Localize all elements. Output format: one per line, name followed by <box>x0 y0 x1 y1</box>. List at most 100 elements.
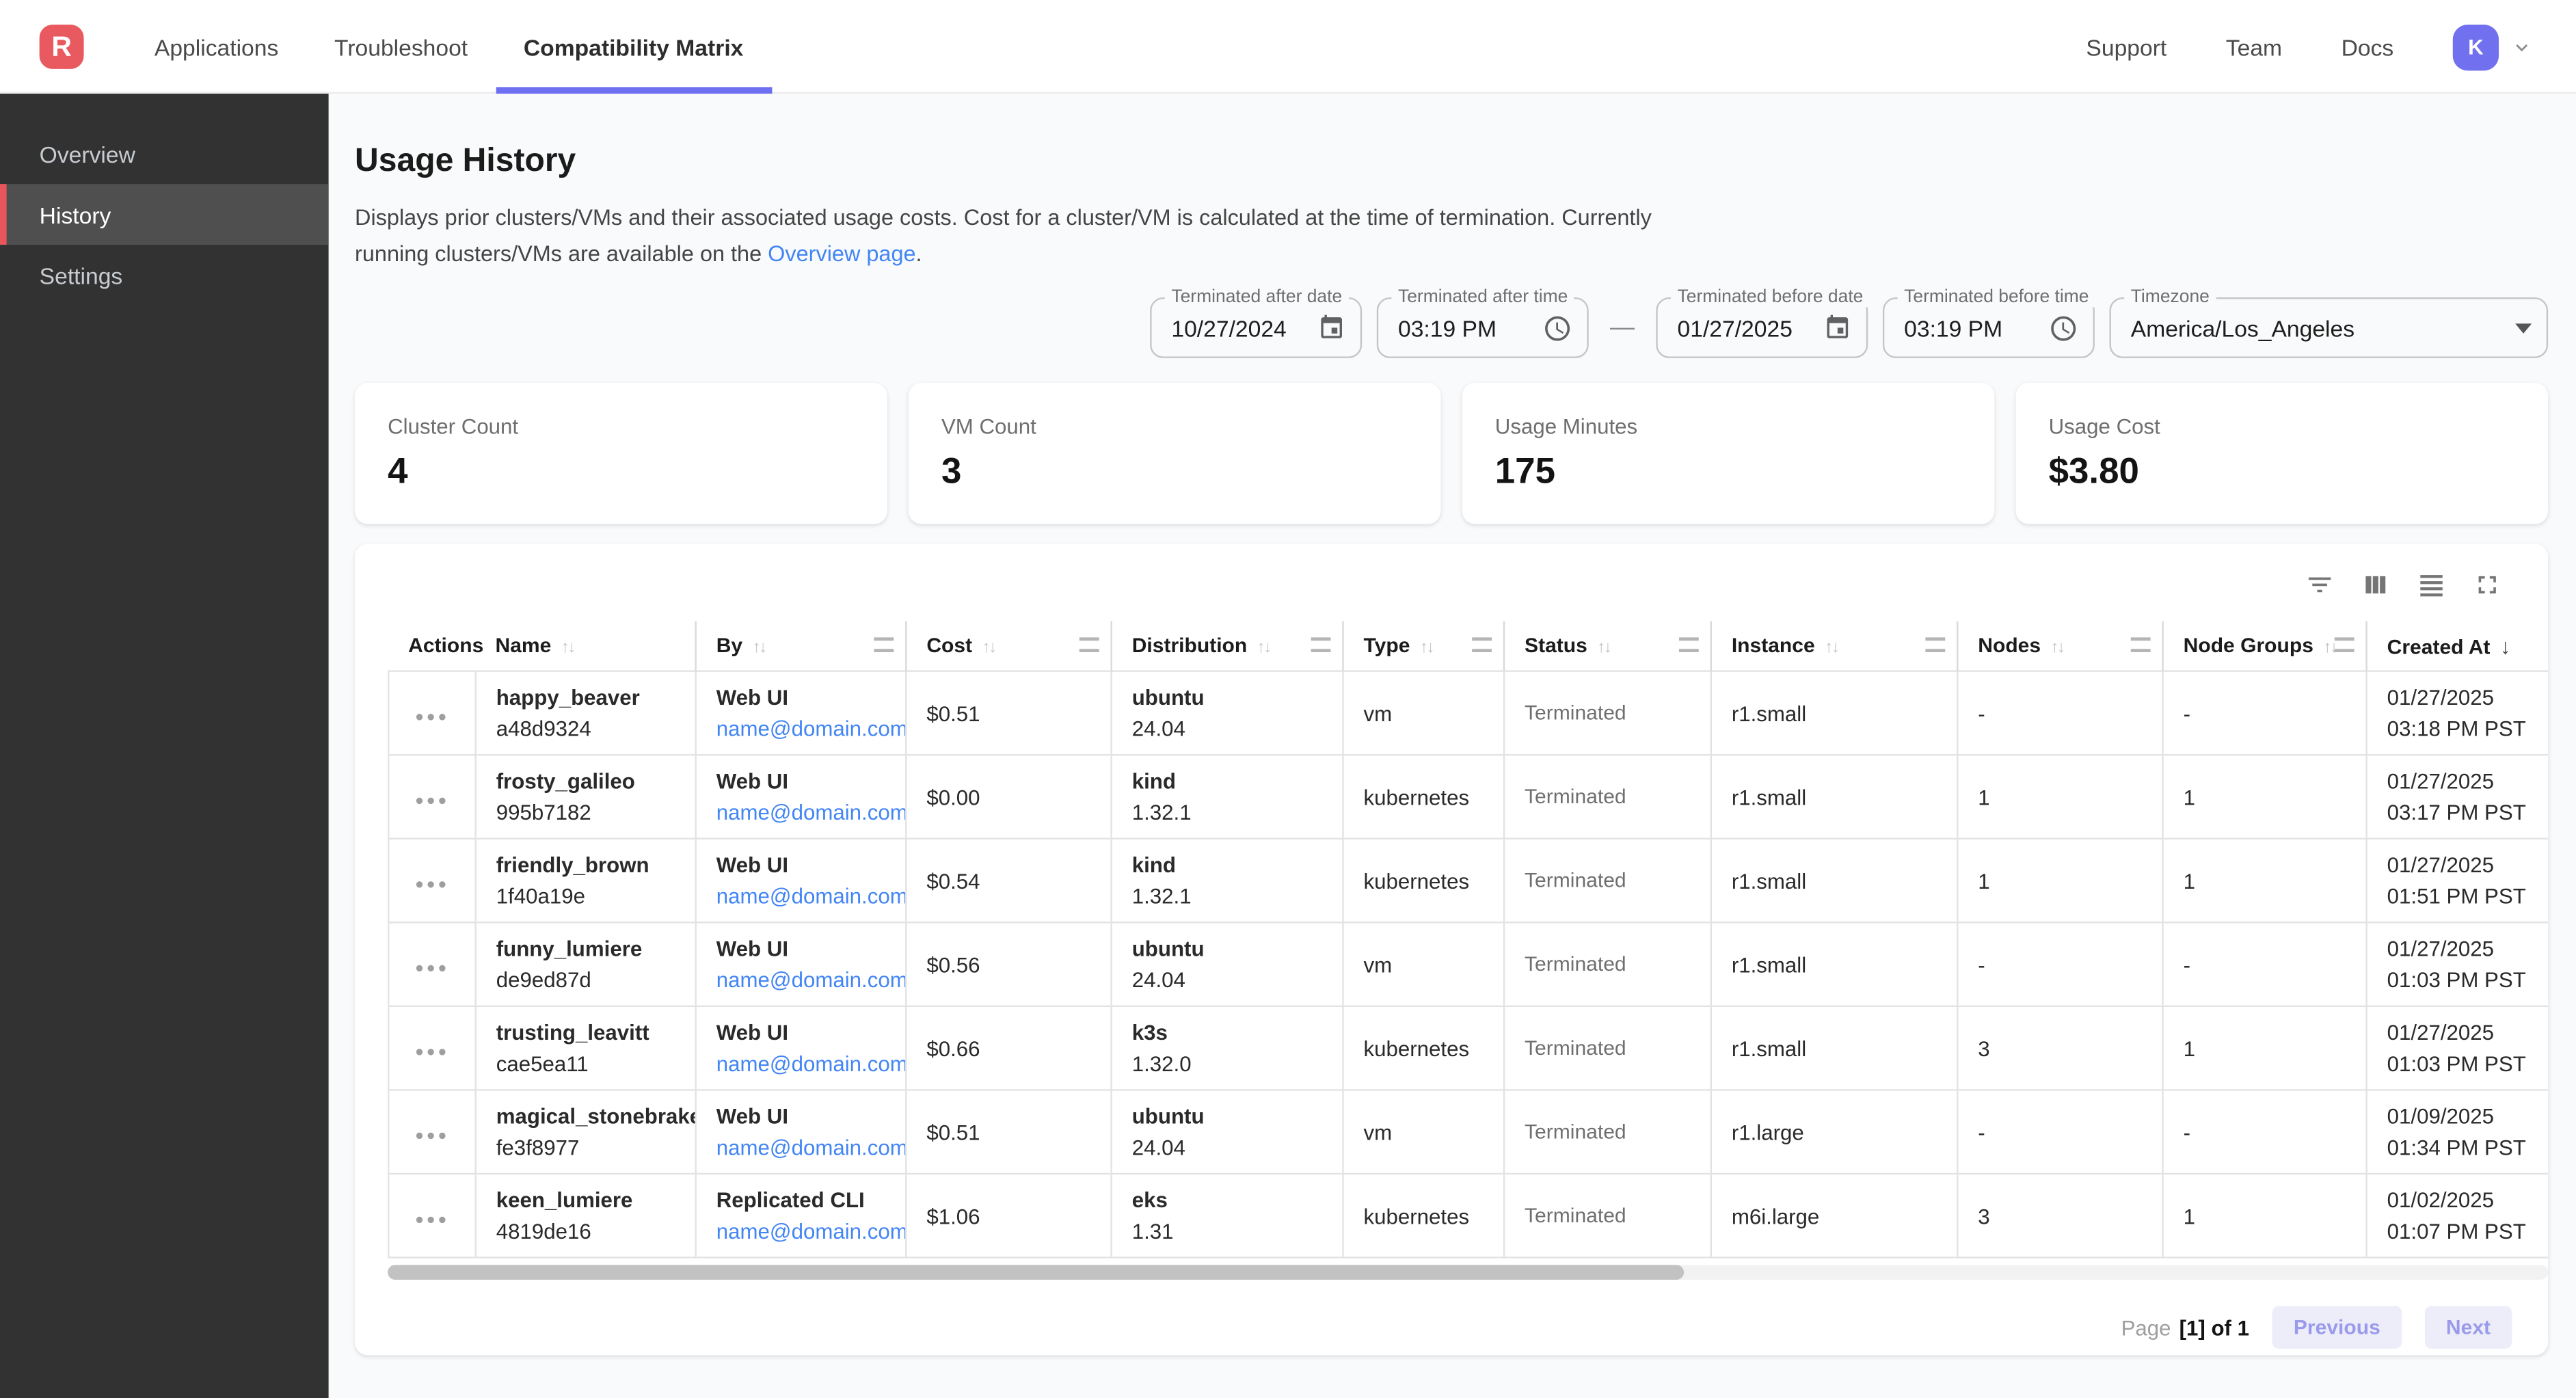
column-menu-icon[interactable] <box>1925 637 1945 652</box>
column-menu-icon[interactable] <box>1079 637 1099 652</box>
cell-nodes: - <box>1957 1090 2162 1174</box>
field-label: Terminated after date <box>1165 288 1349 308</box>
column-header-distribution[interactable]: Distribution↑↓ <box>1112 621 1343 671</box>
sort-icon[interactable]: ↑↓ <box>1597 639 1610 657</box>
sort-desc-icon[interactable]: ↓ <box>2500 633 2511 658</box>
column-header-created-at[interactable]: Created At↓ <box>2367 621 2549 671</box>
row-actions-button[interactable]: ●●● <box>415 1210 449 1226</box>
sort-icon[interactable]: ↑↓ <box>1420 639 1433 657</box>
column-menu-icon[interactable] <box>2335 637 2354 652</box>
cell-by: Web UI name@domain.com <box>696 671 907 755</box>
column-header-instance[interactable]: Instance↑↓ <box>1711 621 1957 671</box>
sort-icon[interactable]: ↑↓ <box>753 639 766 657</box>
column-label: Actions <box>408 634 483 658</box>
row-actions-button[interactable]: ●●● <box>415 958 449 975</box>
timezone-select[interactable]: Timezone America/Los_Angeles <box>2110 297 2549 358</box>
column-header-by[interactable]: By↑↓ <box>696 621 907 671</box>
next-page-button[interactable]: Next <box>2425 1306 2512 1348</box>
terminated-after-date-field[interactable]: Terminated after date 10/27/2024 <box>1150 297 1362 358</box>
row-actions-button[interactable]: ●●● <box>415 1126 449 1142</box>
primary-nav: Applications Troubleshoot Compatibility … <box>126 0 771 94</box>
nav-item-applications[interactable]: Applications <box>126 0 306 94</box>
column-header-nodes[interactable]: Nodes↑↓ <box>1957 621 2162 671</box>
cell-type: kubernetes <box>1343 1006 1505 1090</box>
sort-icon[interactable]: ↑↓ <box>561 639 574 657</box>
cell-name: funny_lumiere de9ed87d <box>476 922 696 1006</box>
filter-icon[interactable] <box>2305 570 2334 600</box>
column-menu-icon[interactable] <box>874 637 894 652</box>
created-by-email-link[interactable]: name@domain.com <box>716 1051 907 1076</box>
created-by-email-link[interactable]: name@domain.com <box>716 716 907 741</box>
column-header-node-groups[interactable]: Node Groups↑↓ <box>2163 621 2367 671</box>
cell-distribution: kind 1.32.1 <box>1112 839 1343 923</box>
sort-icon[interactable]: ↑↓ <box>982 639 995 657</box>
stat-value: 175 <box>1495 450 1961 492</box>
cell-distribution: eks 1.31 <box>1112 1174 1343 1258</box>
clock-icon[interactable] <box>2049 313 2078 342</box>
cost-value: $0.51 <box>926 1120 980 1144</box>
created-by-source: Web UI <box>716 766 899 797</box>
nav-item-compatibility-matrix[interactable]: Compatibility Matrix <box>496 0 771 94</box>
column-menu-icon[interactable] <box>1311 637 1331 652</box>
density-icon[interactable] <box>2417 570 2446 600</box>
clock-icon[interactable] <box>1542 313 1572 342</box>
sort-icon[interactable]: ↑↓ <box>1825 639 1838 657</box>
cell-status: Terminated <box>1504 1174 1711 1258</box>
column-header-name[interactable]: Name ↑↓ <box>476 621 696 671</box>
terminated-before-time-field[interactable]: Terminated before time 03:19 PM <box>1883 297 2095 358</box>
created-by-email-link[interactable]: name@domain.com <box>716 967 907 992</box>
cell-instance: r1.small <box>1711 671 1957 755</box>
nav-link-team[interactable]: Team <box>2226 33 2282 59</box>
type-value: kubernetes <box>1364 868 1470 893</box>
cell-type: kubernetes <box>1343 755 1505 839</box>
sidebar-item-overview[interactable]: Overview <box>0 123 329 184</box>
row-actions-button[interactable]: ●●● <box>415 875 449 891</box>
cluster-id: 995b7182 <box>496 796 688 828</box>
created-by-email-link[interactable]: name@domain.com <box>716 1219 907 1244</box>
created-by-email-link[interactable]: name@domain.com <box>716 1135 907 1160</box>
chevron-down-icon[interactable] <box>2510 36 2534 59</box>
column-label: Name <box>496 634 552 658</box>
created-time: 01:34 PM PST <box>2387 1132 2542 1164</box>
table-header: Actions Name ↑↓ By↑↓ Cost↑↓ Distribution↑… <box>388 621 2548 671</box>
previous-page-button[interactable]: Previous <box>2272 1306 2402 1348</box>
column-menu-icon[interactable] <box>2131 637 2151 652</box>
cell-node-groups: - <box>2163 922 2367 1006</box>
cell-node-groups: - <box>2163 671 2367 755</box>
columns-icon[interactable] <box>2361 570 2390 600</box>
cell-by: Replicated CLI name@domain.com <box>696 1174 907 1258</box>
created-by-email-link[interactable]: name@domain.com <box>716 884 907 909</box>
account-menu[interactable]: K <box>2453 24 2534 70</box>
column-header-status[interactable]: Status↑↓ <box>1504 621 1711 671</box>
avatar[interactable]: K <box>2453 24 2499 70</box>
created-by-email-link[interactable]: name@domain.com <box>716 800 907 824</box>
column-menu-icon[interactable] <box>1472 637 1492 652</box>
sidebar-item-settings[interactable]: Settings <box>0 245 329 306</box>
terminated-before-date-field[interactable]: Terminated before date 01/27/2025 <box>1656 297 1868 358</box>
row-actions-button[interactable]: ●●● <box>415 708 449 724</box>
fullscreen-icon[interactable] <box>2473 570 2502 600</box>
calendar-icon[interactable] <box>1317 314 1345 342</box>
cell-name: frosty_galileo 995b7182 <box>476 755 696 839</box>
nav-link-docs[interactable]: Docs <box>2342 33 2394 59</box>
calendar-icon[interactable] <box>1823 314 1851 342</box>
column-header-type[interactable]: Type↑↓ <box>1343 621 1505 671</box>
replicated-logo[interactable]: R <box>40 25 84 69</box>
cell-type: vm <box>1343 922 1505 1006</box>
cell-node-groups: - <box>2163 1090 2367 1174</box>
cell-instance: r1.small <box>1711 922 1957 1006</box>
row-actions-button[interactable]: ●●● <box>415 1043 449 1059</box>
status-badge: Terminated <box>1525 953 1626 976</box>
row-actions-button[interactable]: ●●● <box>415 791 449 807</box>
dropdown-caret-icon[interactable] <box>2515 323 2532 332</box>
column-header-cost[interactable]: Cost↑↓ <box>906 621 1111 671</box>
sort-icon[interactable]: ↑↓ <box>1257 639 1270 657</box>
column-menu-icon[interactable] <box>1679 637 1699 652</box>
nav-link-support[interactable]: Support <box>2086 33 2166 59</box>
horizontal-scrollbar-thumb[interactable] <box>388 1265 1684 1280</box>
sort-icon[interactable]: ↑↓ <box>2051 639 2064 657</box>
overview-page-link[interactable]: Overview page <box>768 241 915 266</box>
sidebar-item-history[interactable]: History <box>0 184 329 245</box>
terminated-after-time-field[interactable]: Terminated after time 03:19 PM <box>1377 297 1589 358</box>
nav-item-troubleshoot[interactable]: Troubleshoot <box>306 0 496 94</box>
